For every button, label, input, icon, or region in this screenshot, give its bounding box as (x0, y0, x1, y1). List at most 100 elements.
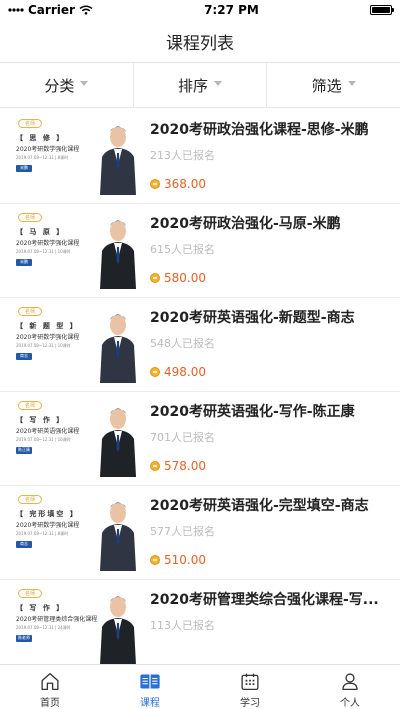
caret-down-icon (347, 80, 356, 86)
course-thumbnail: 名师 【 完形填空 】 2020考研数学强化课程 2019.07.08~12.3… (10, 492, 142, 573)
course-item[interactable]: 名师 【 新 题 型 】 2020考研数学强化课程 2019.07.08~12.… (0, 298, 400, 392)
tab-course[interactable]: 课程 (100, 665, 200, 709)
teacher-photo (100, 314, 136, 383)
price-row: 510.00 (150, 553, 206, 567)
thumb-subtitle: 2020考研数学强化课程 (16, 145, 80, 153)
tab-home-label: 首页 (40, 698, 60, 709)
price-row: 368.00 (150, 177, 206, 191)
thumb-subtitle: 2020考研英语强化课程 (16, 427, 80, 435)
thumb-teacher-badge: 米鹏 (16, 164, 32, 172)
teacher-photo (100, 596, 136, 664)
enrolled-count: 615人已报名 (150, 242, 215, 256)
teacher-photo (100, 126, 136, 195)
course-info: 2020考研政治强化-马原-米鹏 615人已报名 580.00 (142, 211, 392, 291)
carrier-label: Carrier (28, 3, 75, 17)
caret-down-icon (80, 80, 89, 86)
thumb-date: 2019.07.08~12.31 | 24课时 (16, 624, 71, 630)
course-title: 2020考研英语强化-新题型-商志 (150, 309, 355, 326)
thumb-subtitle: 2020考研数学强化课程 (16, 521, 80, 529)
thumb-date: 2019.07.08~12.31 | 10课时 (16, 342, 71, 348)
thumb-tag: 名师 (18, 400, 42, 410)
thumb-tag: 名师 (18, 118, 42, 128)
thumb-topic: 【 写 作 】 (16, 603, 66, 612)
teacher-photo (100, 408, 136, 477)
thumb-subtitle: 2020考研数学强化课程 (16, 333, 80, 341)
course-title: 2020考研政治强化课程-思修-米鹏 (150, 121, 369, 138)
course-title: 2020考研管理类综合强化课程-写... (150, 591, 379, 608)
course-item[interactable]: 名师 【 马 原 】 2020考研数学强化课程 2019.07.08~12.31… (0, 204, 400, 298)
course-item[interactable]: 名师 【 完形填空 】 2020考研数学强化课程 2019.07.08~12.3… (0, 486, 400, 580)
thumb-topic: 【 新 题 型 】 (16, 321, 79, 330)
thumb-tag: 名师 (18, 494, 42, 504)
course-info: 2020考研政治强化课程-思修-米鹏 213人已报名 368.00 (142, 117, 392, 197)
thumb-tag: 名师 (18, 588, 42, 598)
enrolled-count: 577人已报名 (150, 524, 215, 538)
thumb-tag: 名师 (18, 306, 42, 316)
thumb-subtitle: 2020考研管理类综合强化课程 (16, 615, 98, 623)
course-item[interactable]: 名师 【 写 作 】 2020考研英语强化课程 2019.07.08~12.31… (0, 392, 400, 486)
person-icon (342, 673, 358, 691)
status-time: 7:27 PM (204, 3, 259, 17)
filter-screen-label: 筛选 (311, 76, 342, 95)
caret-down-icon (214, 80, 223, 86)
course-info: 2020考研英语强化-新题型-商志 548人已报名 498.00 (142, 305, 392, 385)
course-price: 580.00 (164, 270, 206, 285)
tab-course-label: 课程 (140, 698, 160, 709)
page-title: 课程列表 (166, 33, 234, 54)
thumb-topic: 【 马 原 】 (16, 227, 66, 236)
course-title: 2020考研英语强化-完型填空-商志 (150, 497, 369, 514)
tab-home[interactable]: 首页 (0, 665, 100, 709)
thumb-teacher-badge: 商志 (16, 540, 32, 548)
course-item[interactable]: 名师 【 思 修 】 2020考研数学强化课程 2019.07.08~12.31… (0, 110, 400, 204)
course-thumbnail: 名师 【 写 作 】 2020考研管理类综合强化课程 2019.07.08~12… (10, 586, 142, 664)
thumb-teacher-badge: 陈正康 (16, 446, 32, 454)
filter-category-label: 分类 (44, 76, 75, 95)
enrolled-count: 213人已报名 (150, 148, 215, 162)
thumb-date: 2019.07.08~12.31 | 16课时 (16, 436, 71, 442)
course-title: 2020考研英语强化-写作-陈正康 (150, 403, 355, 420)
filter-sort[interactable]: 排序 (134, 63, 268, 107)
filter-screen[interactable]: 筛选 (267, 63, 400, 107)
tab-study[interactable]: 学习 (200, 665, 300, 709)
home-icon (41, 672, 59, 691)
teacher-photo (100, 220, 136, 289)
thumb-tag: 名师 (18, 212, 42, 222)
thumb-subtitle: 2020考研数学强化课程 (16, 239, 80, 247)
status-bar: Carrier 7:27 PM (0, 0, 400, 20)
coin-icon (150, 366, 160, 377)
status-left: Carrier (8, 3, 93, 17)
filter-category[interactable]: 分类 (0, 63, 134, 107)
course-item[interactable]: 名师 【 写 作 】 2020考研管理类综合强化课程 2019.07.08~12… (0, 580, 400, 664)
tab-bar: 首页 课程 学习 个人 (0, 664, 400, 709)
course-info: 2020考研英语强化-写作-陈正康 701人已报名 578.00 (142, 399, 392, 479)
coin-icon (150, 460, 160, 471)
battery-icon (370, 5, 394, 15)
enrolled-count: 701人已报名 (150, 430, 215, 444)
wifi-icon (79, 5, 93, 15)
thumb-date: 2019.07.08~12.31 | 8课时 (16, 530, 69, 536)
course-title: 2020考研政治强化-马原-米鹏 (150, 215, 341, 232)
tab-study-label: 学习 (240, 698, 260, 709)
course-price: 510.00 (164, 552, 206, 567)
filter-bar: 分类 排序 筛选 (0, 62, 400, 108)
course-thumbnail: 名师 【 马 原 】 2020考研数学强化课程 2019.07.08~12.31… (10, 210, 142, 291)
tab-profile-label: 个人 (340, 698, 360, 709)
course-price: 368.00 (164, 176, 206, 191)
book-icon (140, 674, 160, 689)
course-thumbnail: 名师 【 写 作 】 2020考研英语强化课程 2019.07.08~12.31… (10, 398, 142, 479)
course-price: 578.00 (164, 458, 206, 473)
price-row: 578.00 (150, 459, 206, 473)
teacher-photo (100, 502, 136, 571)
course-list[interactable]: 名师 【 思 修 】 2020考研数学强化课程 2019.07.08~12.31… (0, 110, 400, 664)
course-price: 498.00 (164, 364, 206, 379)
thumb-date: 2019.07.08~12.31 | 10课时 (16, 248, 71, 254)
course-info: 2020考研管理类综合强化课程-写... 113人已报名 (142, 587, 392, 665)
signal-icon (8, 8, 24, 12)
tab-profile[interactable]: 个人 (300, 665, 400, 709)
course-thumbnail: 名师 【 思 修 】 2020考研数学强化课程 2019.07.08~12.31… (10, 116, 142, 197)
coin-icon (150, 554, 160, 565)
enrolled-count: 113人已报名 (150, 618, 215, 632)
filter-sort-label: 排序 (178, 76, 209, 95)
course-thumbnail: 名师 【 新 题 型 】 2020考研数学强化课程 2019.07.08~12.… (10, 304, 142, 385)
thumb-date: 2019.07.08~12.31 | 8课时 (16, 154, 69, 160)
